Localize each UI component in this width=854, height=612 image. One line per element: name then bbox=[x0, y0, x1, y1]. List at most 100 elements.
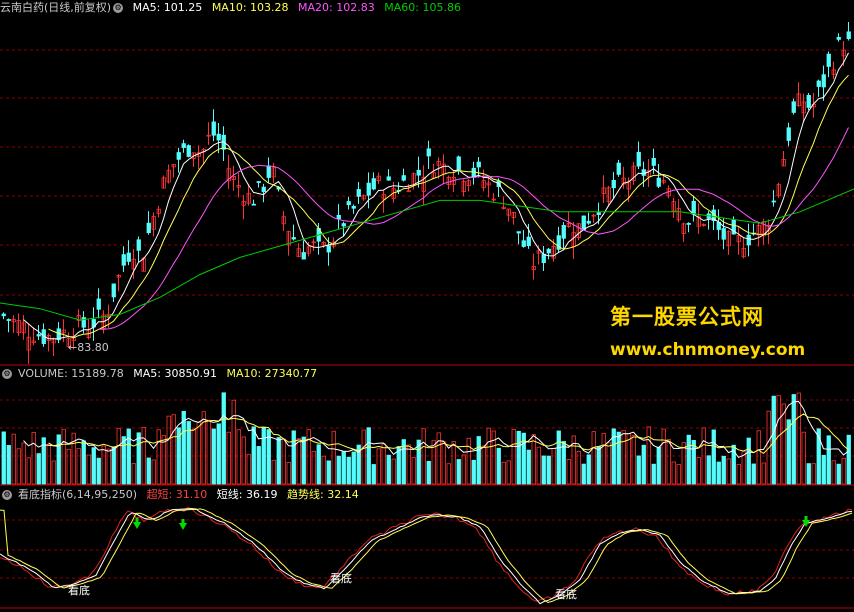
volume-bar bbox=[381, 443, 386, 485]
volume-bar bbox=[151, 459, 156, 485]
short-line-label: 短线: 36.19 bbox=[217, 488, 278, 501]
volume-bar bbox=[406, 444, 411, 485]
volume-ma10-label: MA10: 27340.77 bbox=[226, 367, 318, 380]
candle-body bbox=[341, 223, 346, 227]
volume-bar bbox=[821, 454, 826, 485]
candle-body bbox=[791, 101, 796, 113]
indicator-settings-icon[interactable]: ⚙ bbox=[2, 490, 12, 500]
candle-body bbox=[126, 252, 131, 262]
volume-bar bbox=[346, 456, 351, 485]
volume-bar bbox=[66, 448, 71, 485]
volume-bar bbox=[566, 459, 571, 485]
volume-bar bbox=[691, 440, 696, 485]
volume-bar bbox=[296, 438, 301, 485]
volume-bar bbox=[211, 428, 216, 485]
volume-bar bbox=[191, 428, 196, 485]
bottom-signal-label: 看底 bbox=[555, 587, 577, 601]
indicator-title: 看底指标(6,14,95,250) bbox=[18, 488, 138, 501]
short-line bbox=[0, 508, 853, 605]
volume-bar bbox=[826, 435, 831, 485]
volume-bar bbox=[331, 430, 336, 485]
candle-body bbox=[256, 181, 261, 183]
volume-bar bbox=[351, 451, 356, 485]
volume-bar bbox=[841, 457, 846, 485]
candle-body bbox=[351, 205, 356, 209]
volume-bar bbox=[441, 441, 446, 485]
candle-body bbox=[836, 36, 841, 40]
candle-body bbox=[456, 156, 461, 170]
volume-bar bbox=[836, 463, 841, 485]
volume-ma5-label: MA5: 30850.91 bbox=[133, 367, 217, 380]
candle-body bbox=[651, 157, 656, 166]
volume-bar bbox=[706, 455, 711, 485]
candle-body bbox=[541, 253, 546, 264]
volume-bar bbox=[466, 437, 471, 485]
volume-settings-icon[interactable]: ⚙ bbox=[2, 369, 12, 379]
ma20-label: MA20: 102.83 bbox=[298, 1, 375, 14]
volume-bar bbox=[581, 463, 586, 485]
volume-ma5-line bbox=[23, 400, 849, 459]
sell-arrow-stem bbox=[181, 519, 185, 523]
trend-line-name: 趋势线: bbox=[287, 488, 324, 501]
volume-bar bbox=[56, 434, 61, 485]
volume-bar bbox=[261, 426, 266, 485]
candle-body bbox=[326, 245, 331, 253]
candle-body bbox=[641, 169, 646, 176]
candle-body bbox=[371, 178, 376, 190]
volume-bar bbox=[651, 463, 656, 485]
volume-bar bbox=[526, 449, 531, 485]
candle-body bbox=[406, 190, 411, 193]
volume-bar bbox=[31, 432, 36, 485]
candle-body bbox=[211, 121, 216, 136]
volume-bar bbox=[796, 392, 801, 485]
volume-bar bbox=[221, 392, 226, 485]
volume-bar bbox=[751, 463, 756, 485]
volume-bar bbox=[686, 434, 691, 485]
candle-body bbox=[111, 283, 116, 298]
volume-bar bbox=[11, 433, 16, 485]
volume-bar bbox=[601, 432, 606, 485]
volume-bar bbox=[506, 460, 511, 485]
candle-body bbox=[526, 236, 531, 247]
volume-bar bbox=[756, 430, 761, 485]
candle-body bbox=[616, 162, 621, 175]
candle-body bbox=[771, 200, 776, 203]
volume-bar bbox=[301, 436, 306, 485]
volume-bar bbox=[811, 463, 816, 485]
volume-bar bbox=[256, 446, 261, 485]
volume-bar bbox=[116, 428, 121, 485]
volume-bar bbox=[786, 419, 791, 485]
volume-bar bbox=[76, 448, 81, 485]
candle-body bbox=[36, 334, 41, 337]
candle-body bbox=[581, 215, 586, 231]
volume-bar bbox=[476, 436, 481, 485]
volume-bar bbox=[156, 429, 161, 485]
watermark-site-name: 第一股票公式网 bbox=[610, 305, 764, 329]
volume-bar bbox=[16, 448, 21, 485]
ma10-line bbox=[48, 74, 849, 339]
volume-bar bbox=[206, 419, 211, 485]
volume-bar bbox=[91, 447, 96, 485]
candle-body bbox=[356, 189, 361, 197]
settings-icon[interactable]: ⚙ bbox=[113, 3, 124, 13]
volume-bar bbox=[626, 433, 631, 485]
candle-body bbox=[261, 186, 266, 193]
volume-bar bbox=[6, 445, 11, 485]
volume-bar bbox=[326, 460, 331, 485]
trend-line-value: 32.14 bbox=[327, 488, 359, 501]
volume-bar bbox=[251, 426, 256, 485]
volume-bar bbox=[746, 437, 751, 485]
volume-bar bbox=[241, 436, 246, 485]
candle-body bbox=[516, 231, 521, 234]
volume-bar bbox=[371, 464, 376, 485]
volume-bar bbox=[696, 457, 701, 485]
candle-body bbox=[336, 214, 341, 220]
volume-bar bbox=[541, 455, 546, 485]
candle-body bbox=[471, 167, 476, 178]
volume-bar bbox=[776, 395, 781, 485]
volume-bar bbox=[121, 436, 126, 485]
candle-body bbox=[686, 223, 691, 225]
watermark-url: www.chnmoney.com bbox=[610, 340, 806, 360]
low-price-marker: ←83.80 bbox=[68, 341, 109, 354]
volume-bar bbox=[446, 463, 451, 485]
